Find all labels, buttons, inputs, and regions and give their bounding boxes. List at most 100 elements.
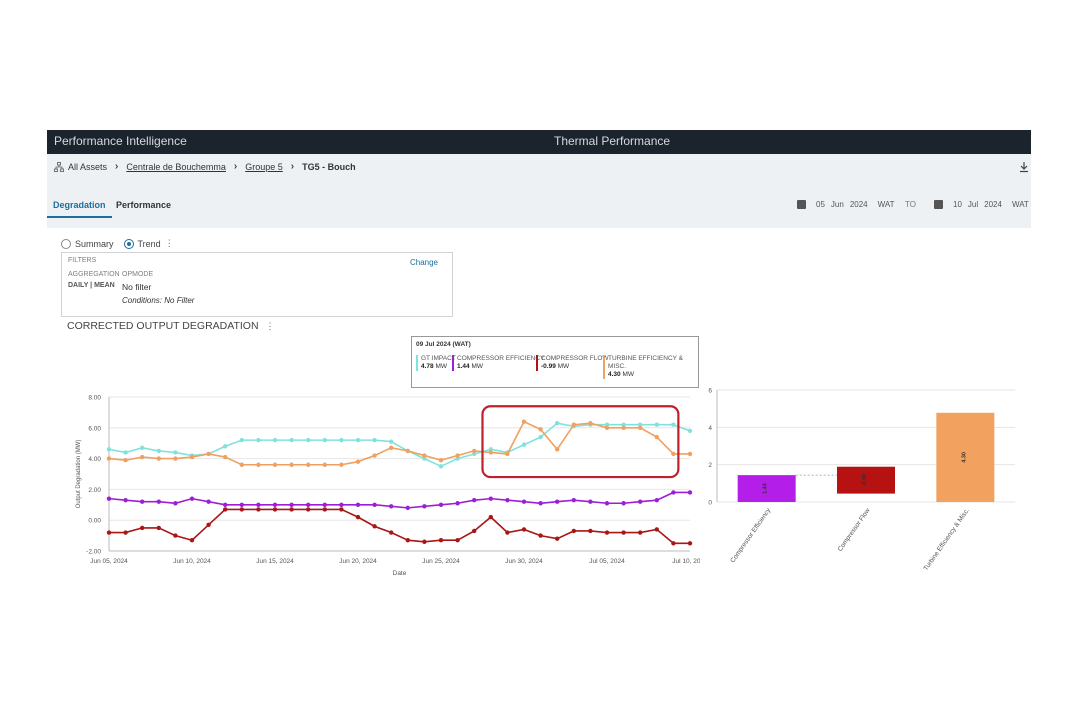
tooltip-item-value: -0.99 [541, 363, 556, 370]
tooltip-item-name: COMPRESSOR EFFICIENCY [457, 355, 545, 362]
y-tick-label: 2.00 [88, 487, 101, 494]
from-day: 05 [816, 199, 825, 209]
highlight-box [481, 405, 680, 479]
data-point [372, 502, 377, 507]
more-options-icon[interactable]: ⋮ [165, 238, 174, 249]
view-mode-toggle: Summary Trend ⋮ [61, 238, 174, 249]
data-point [555, 499, 560, 504]
x-tick-label: Jun 20, 2024 [339, 558, 377, 565]
data-point [455, 501, 460, 506]
degradation-bar-chart[interactable]: 0 2 4 6 1.44 Compressor Efficiency -0.99 Compre… [705, 380, 1020, 580]
data-point [588, 499, 593, 504]
section-title: CORRECTED OUTPUT DEGRADATION ⋮ [67, 320, 274, 332]
sub-header: All Assets › Centrale de Bouchemma › Gro… [47, 154, 1031, 228]
series-line [108, 422, 691, 468]
tooltip-item-value: 4.78 [421, 363, 434, 370]
data-point [438, 538, 444, 543]
breadcrumb-groupe[interactable]: Groupe 5 [245, 162, 283, 172]
more-options-icon[interactable]: ⋮ [265, 321, 274, 331]
data-point [339, 437, 344, 443]
data-point [638, 425, 643, 430]
x-tick-label: Jul 10, 2024 [672, 558, 700, 565]
data-point [156, 448, 161, 454]
data-point [173, 450, 178, 455]
data-point [405, 505, 410, 511]
tab-degradation[interactable]: Degradation [47, 200, 112, 218]
tooltip-item-gt-impact: GT IMPACT 4.78 MW [416, 355, 456, 371]
data-point [604, 425, 610, 430]
data-point [223, 502, 228, 507]
app-title: Performance Intelligence [54, 134, 187, 148]
data-point [272, 437, 278, 443]
date-to[interactable]: 10 Jul 2024 WAT [934, 197, 1029, 211]
bar-value-label: 1.44 [763, 482, 769, 494]
filters-panel: FILTERS Change AGGREGATION DAILY | MEAN … [61, 252, 453, 317]
data-point [106, 496, 112, 501]
data-point [438, 464, 444, 469]
data-point [123, 530, 128, 535]
data-point [306, 462, 311, 467]
date-from[interactable]: 05 Jun 2024 WAT [797, 197, 895, 211]
series-line [109, 508, 690, 545]
tab-performance[interactable]: Performance [116, 200, 171, 216]
data-point [339, 507, 344, 512]
data-point [156, 499, 161, 504]
data-point [505, 530, 510, 535]
x-tick-label: Jul 05, 2024 [589, 558, 625, 565]
data-point [654, 527, 659, 532]
data-point [472, 528, 477, 534]
data-point [256, 502, 261, 507]
data-point [239, 437, 244, 443]
data-point [654, 422, 659, 427]
data-point [272, 507, 278, 512]
degradation-line-chart[interactable]: -2.00 0.00 2.00 4.00 6.00 8.00 Jun 05, 2024 Jun… [65, 385, 700, 580]
data-point [389, 504, 394, 509]
trend-radio[interactable] [123, 238, 134, 249]
breadcrumb-centrale[interactable]: Centrale de Bouchemma [126, 162, 226, 172]
breadcrumb-all-assets[interactable]: All Assets [68, 162, 107, 172]
opmode-label: OPMODE [122, 271, 154, 278]
data-point [206, 451, 211, 457]
data-point [671, 490, 676, 495]
data-point [621, 501, 626, 506]
tooltip-item-unit: MW [622, 371, 635, 378]
tooltip-item-turbine-efficiency: TURBINE EFFICIENCY & MISC. 4.30 MW [603, 355, 698, 379]
data-point [488, 496, 493, 501]
data-point [272, 462, 278, 467]
x-tick-label: Jun 05, 2024 [90, 558, 128, 565]
summary-radio[interactable] [61, 238, 71, 249]
data-point [306, 437, 311, 443]
x-tick-label: Jun 30, 2024 [505, 558, 543, 565]
y-tick-label: 8.00 [88, 395, 101, 402]
data-point [422, 539, 427, 544]
data-point [223, 444, 228, 449]
data-point [389, 439, 394, 444]
data-point [189, 496, 195, 501]
data-point [322, 507, 327, 512]
data-point [621, 425, 626, 430]
data-point [306, 502, 311, 507]
x-tick-label: Compressor Flow [837, 507, 872, 553]
tooltip-item-compressor-efficiency: COMPRESSOR EFFICIENCY 1.44 MW [452, 355, 544, 371]
data-point [571, 497, 576, 503]
data-point [239, 507, 244, 512]
data-point [289, 462, 294, 467]
top-bar: Performance Intelligence Thermal Perform… [47, 130, 1031, 154]
y-tick-label: 0.00 [88, 518, 101, 525]
chevron-right-icon: › [233, 161, 238, 172]
bar-value-label: 4.30 [961, 452, 967, 463]
data-point [372, 437, 377, 443]
data-point [505, 497, 510, 503]
data-point [571, 528, 576, 534]
data-point [455, 538, 460, 543]
y-tick-label: 6 [708, 388, 712, 395]
data-point [372, 524, 377, 529]
data-point [322, 462, 327, 467]
data-point [156, 456, 161, 461]
data-point [654, 434, 659, 440]
data-point [405, 448, 410, 454]
change-filters-link[interactable]: Change [410, 258, 438, 267]
download-icon[interactable] [1019, 161, 1029, 173]
data-point [322, 437, 327, 443]
data-point [289, 502, 294, 507]
